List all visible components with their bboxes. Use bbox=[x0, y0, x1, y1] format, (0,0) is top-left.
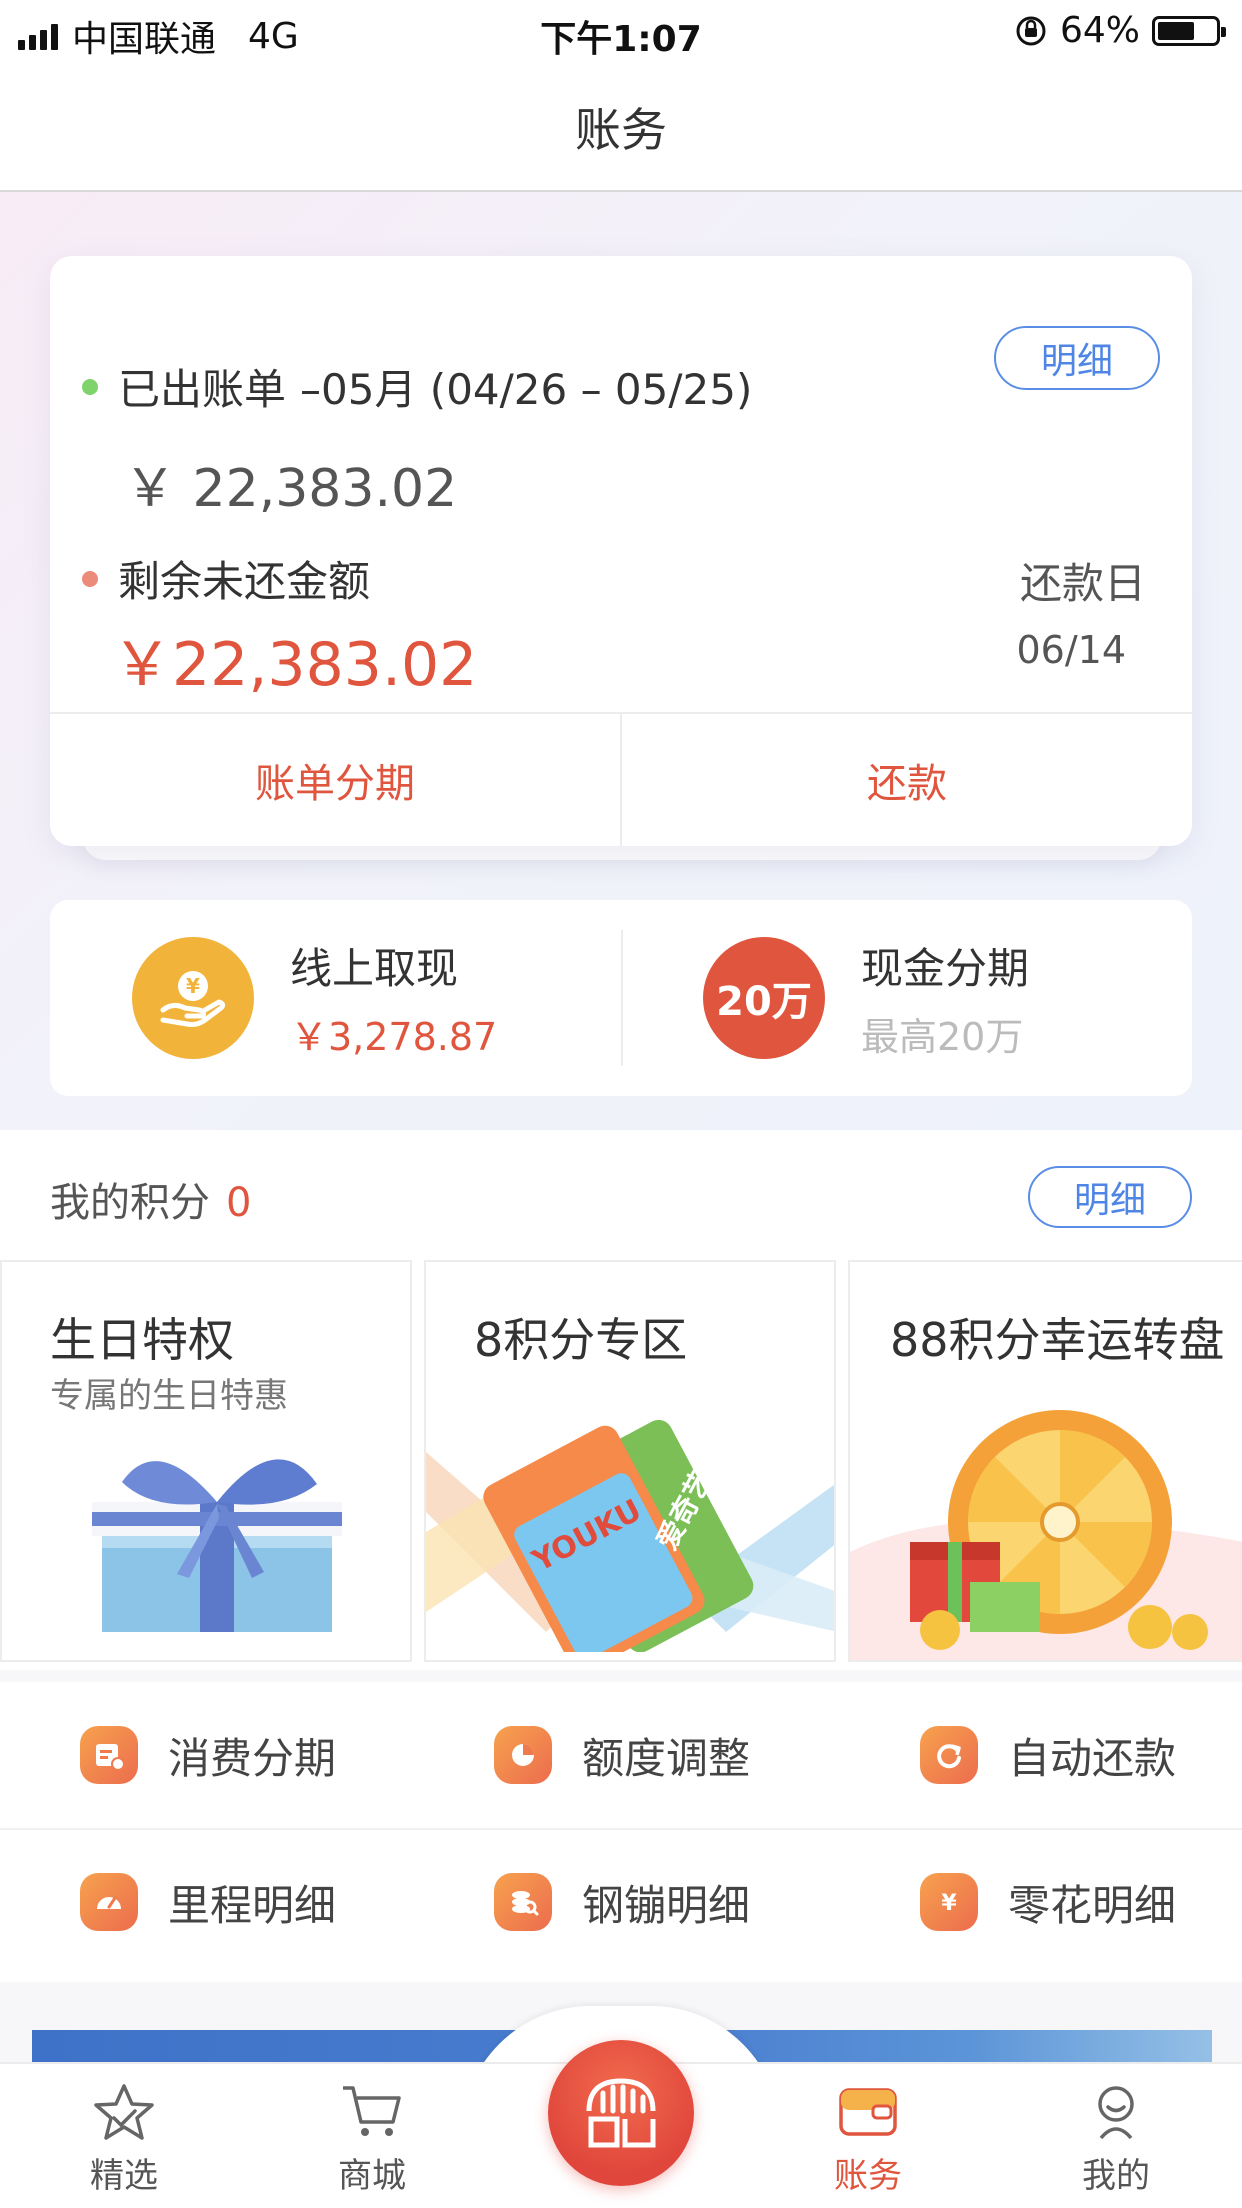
installment-icon bbox=[80, 1726, 138, 1784]
promo-title: 8积分专区 bbox=[474, 1313, 688, 1367]
due-label: 还款日 bbox=[1019, 559, 1146, 608]
user-icon bbox=[1098, 2086, 1134, 2140]
tab-accounts[interactable]: 账务 bbox=[788, 2082, 948, 2197]
cash-card: ¥ 线上取现 ￥3,278.87 20万 现金分期 最高20万 bbox=[50, 900, 1192, 1096]
battery-icon bbox=[1152, 15, 1226, 46]
cash-installment-entry[interactable]: 20万 现金分期 最高20万 bbox=[621, 900, 1192, 1096]
auto-repay-icon bbox=[920, 1726, 978, 1784]
cash-withdraw-icon: ¥ bbox=[132, 937, 254, 1059]
shortcut-limit-adjust[interactable]: 额度调整 bbox=[414, 1725, 828, 1786]
shortcut-pocket-money-detail[interactable]: ¥ 零花明细 bbox=[828, 1872, 1242, 1933]
cart-icon bbox=[343, 2086, 401, 2136]
shortcut-label: 额度调整 bbox=[582, 1733, 751, 1783]
shortcut-grid: 消费分期 额度调整 自动还款 里程明细 钢镚明细 ¥ 零花明细 bbox=[0, 1682, 1242, 1982]
star-icon bbox=[94, 2084, 154, 2140]
installment-text: 现金分期 最高20万 bbox=[861, 935, 1029, 1061]
issued-bill-row: 已出账单 –05月 (04/26 – 05/25) bbox=[82, 356, 752, 417]
promo-title: 生日特权 bbox=[50, 1313, 234, 1367]
shortcut-auto-repay[interactable]: 自动还款 bbox=[828, 1725, 1242, 1786]
page-title: 账务 bbox=[575, 103, 667, 157]
shortcut-row: 消费分期 额度调整 自动还款 bbox=[0, 1682, 1242, 1828]
installment-subtitle: 最高20万 bbox=[861, 1015, 1024, 1059]
shortcut-label: 自动还款 bbox=[1008, 1733, 1177, 1783]
installment-title: 现金分期 bbox=[861, 944, 1030, 993]
shortcut-row: 里程明细 钢镚明细 ¥ 零花明细 bbox=[0, 1828, 1242, 1974]
promo-subtitle: 专属的生日特惠 bbox=[50, 1376, 288, 1416]
withdraw-title: 线上取现 bbox=[290, 944, 459, 993]
bill-card: 已出账单 –05月 (04/26 – 05/25) 明细 ￥ 22,383.02… bbox=[50, 256, 1192, 846]
bill-actions: 账单分期 还款 bbox=[50, 712, 1192, 846]
home-logo-button[interactable] bbox=[548, 2040, 694, 2186]
shortcut-label: 钢镚明细 bbox=[582, 1880, 751, 1930]
battery-percent: 64% bbox=[1059, 10, 1140, 51]
coin-search-icon bbox=[494, 1873, 552, 1931]
repay-button[interactable]: 还款 bbox=[620, 714, 1192, 846]
shortcut-coin-detail[interactable]: 钢镚明细 bbox=[414, 1872, 828, 1933]
points-label: 我的积分 bbox=[50, 1180, 210, 1226]
tab-label: 账务 bbox=[834, 2156, 902, 2196]
gift-box-icon bbox=[92, 1459, 342, 1632]
bill-detail-button[interactable]: 明细 bbox=[994, 326, 1160, 390]
points-detail-button[interactable]: 明细 bbox=[1028, 1166, 1192, 1228]
red-dot-icon bbox=[82, 570, 98, 587]
remaining-amount: ￥22,383.02 bbox=[112, 630, 478, 700]
svg-text:¥: ¥ bbox=[186, 974, 200, 998]
remaining-label: 剩余未还金额 bbox=[118, 557, 371, 606]
cash-installment-badge: 20万 bbox=[703, 937, 825, 1059]
due-date: 06/14 bbox=[1016, 628, 1126, 672]
withdraw-text: 线上取现 ￥3,278.87 bbox=[290, 935, 497, 1061]
shortcut-label: 消费分期 bbox=[168, 1733, 337, 1783]
bill-detail-label: 明细 bbox=[1040, 341, 1113, 382]
tab-label: 我的 bbox=[1082, 2156, 1150, 2196]
shortcut-label: 零花明细 bbox=[1008, 1880, 1177, 1930]
points-header: 我的积分 0 bbox=[50, 1170, 251, 1228]
tab-label: 商城 bbox=[338, 2156, 406, 2196]
remaining-row: 剩余未还金额 bbox=[82, 548, 370, 609]
tab-mall[interactable]: 商城 bbox=[292, 2082, 452, 2197]
bill-installment-button[interactable]: 账单分期 bbox=[50, 714, 620, 846]
tab-mine[interactable]: 我的 bbox=[1036, 2082, 1196, 2197]
online-withdraw-entry[interactable]: ¥ 线上取现 ￥3,278.87 bbox=[50, 900, 621, 1096]
shortcut-consumer-installment[interactable]: 消费分期 bbox=[0, 1725, 414, 1786]
status-bar: 中国联通 4G 下午1:07 64% bbox=[0, 0, 1242, 64]
wallet-icon bbox=[839, 2088, 897, 2136]
promo-8-points-card[interactable]: 8积分专区 iQIYI YOUKU 爱奇艺 bbox=[424, 1260, 836, 1662]
bill-amount: ￥ 22,383.02 bbox=[124, 459, 458, 519]
tab-label: 精选 bbox=[90, 2156, 158, 2196]
shortcut-label: 里程明细 bbox=[168, 1880, 337, 1930]
battery-level bbox=[1158, 21, 1194, 40]
shortcut-mileage-detail[interactable]: 里程明细 bbox=[0, 1872, 414, 1933]
promo-birthday-card[interactable]: 生日特权 专属的生日特惠 bbox=[0, 1260, 412, 1662]
svg-text:¥: ¥ bbox=[941, 1891, 957, 1916]
orientation-lock-icon bbox=[1016, 16, 1046, 45]
status-right: 64% bbox=[1014, 10, 1226, 51]
points-section: 我的积分 0 明细 生日特权 专属的生日特惠 8积分专区 YOUKU 爱奇艺 8… bbox=[0, 1130, 1242, 1670]
limit-pie-icon bbox=[494, 1726, 552, 1784]
green-dot-icon bbox=[82, 378, 98, 395]
home-logo-icon bbox=[586, 2078, 656, 2148]
points-detail-label: 明细 bbox=[1073, 1180, 1146, 1221]
promo-title: 88积分幸运转盘 bbox=[890, 1313, 1225, 1367]
issued-bill-label: 已出账单 bbox=[118, 365, 287, 414]
mileage-gauge-icon bbox=[80, 1873, 138, 1931]
bill-period: –05月 (04/26 – 05/25) bbox=[300, 365, 753, 414]
promo-cards-illustration: iQIYI YOUKU 爱奇艺 bbox=[426, 1419, 834, 1652]
installment-badge-text: 20万 bbox=[716, 979, 812, 1025]
points-value: 0 bbox=[226, 1180, 252, 1226]
lucky-wheel-icon bbox=[850, 1410, 1242, 1660]
yuan-icon: ¥ bbox=[920, 1873, 978, 1931]
withdraw-amount: ￥3,278.87 bbox=[290, 1015, 498, 1059]
nav-bar: 账务 bbox=[0, 64, 1242, 192]
promo-lucky-wheel-card[interactable]: 88积分幸运转盘 bbox=[848, 1260, 1242, 1662]
tab-featured[interactable]: 精选 bbox=[44, 2082, 204, 2197]
